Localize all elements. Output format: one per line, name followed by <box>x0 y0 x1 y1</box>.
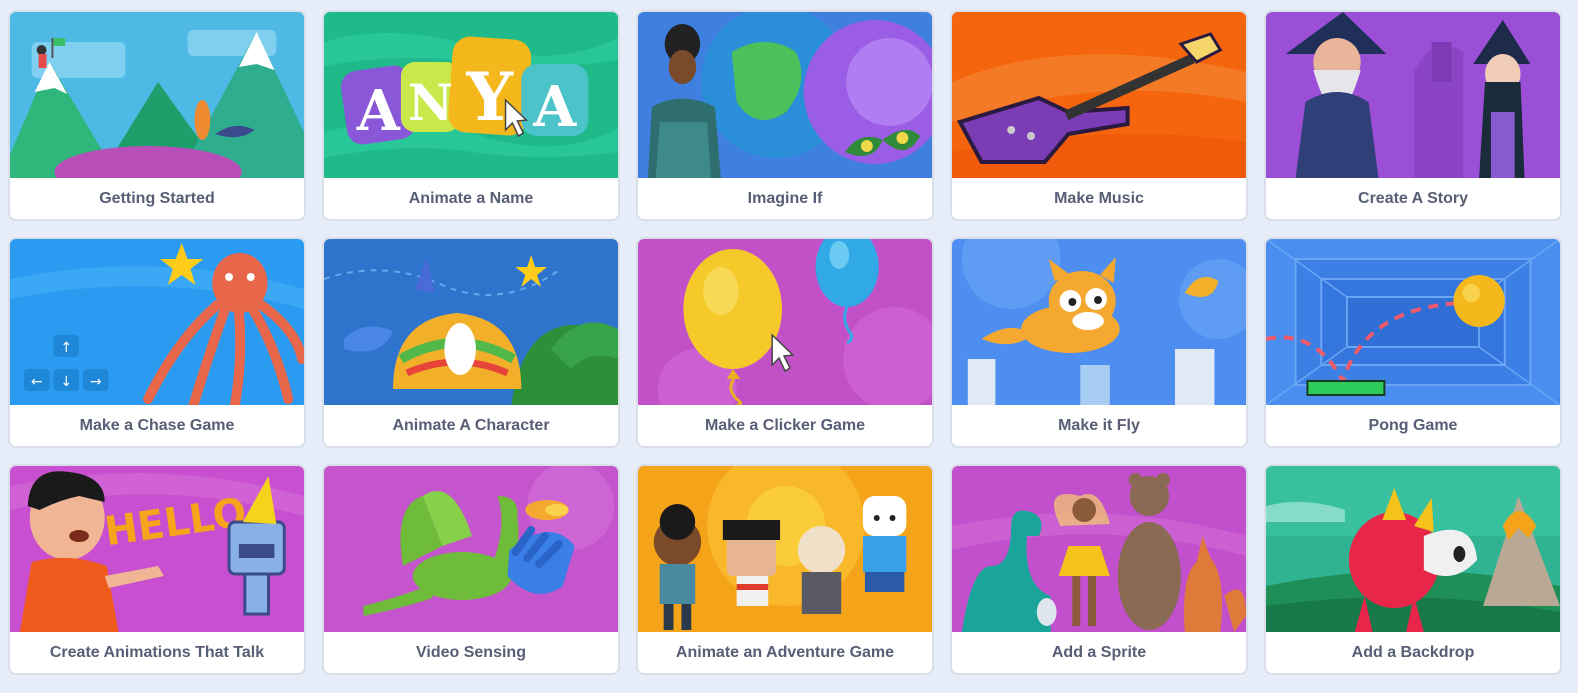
animate-character-thumbnail <box>324 239 618 405</box>
add-sprite-thumbnail <box>952 466 1246 632</box>
svg-text:→: → <box>90 374 102 390</box>
svg-text:A: A <box>532 75 577 140</box>
tutorial-title: Getting Started <box>99 189 215 207</box>
chase-game-thumbnail: ↑ ← ↓ → <box>10 239 304 405</box>
tutorial-title: Create Animations That Talk <box>49 643 265 661</box>
video-sensing-thumbnail <box>324 466 618 632</box>
tutorial-title: Make it Fly <box>1058 416 1140 434</box>
tutorial-title: Pong Game <box>1368 416 1458 434</box>
svg-text:N: N <box>408 73 453 132</box>
create-story-thumbnail <box>1266 12 1560 178</box>
tutorial-title: Animate an Adventure Game <box>675 643 895 661</box>
tutorial-title: Imagine If <box>747 189 823 207</box>
imagine-if-thumbnail <box>638 12 932 178</box>
make-it-fly-thumbnail <box>952 239 1246 405</box>
tutorial-title: Animate A Character <box>392 416 550 434</box>
tutorial-card-clicker-game[interactable]: Make a Clicker Game <box>636 237 934 448</box>
tutorial-card-add-sprite[interactable]: Add a Sprite <box>950 464 1248 675</box>
svg-text:↓: ↓ <box>60 374 72 390</box>
pong-game-thumbnail <box>1266 239 1560 405</box>
tutorial-title: Create A Story <box>1358 189 1468 207</box>
adventure-game-thumbnail <box>638 466 932 632</box>
tutorial-grid: Getting Started A N Y A Animate a Name I… <box>8 10 1562 675</box>
clicker-game-thumbnail <box>638 239 932 405</box>
tutorial-title: Add a Backdrop <box>1351 643 1475 661</box>
tutorial-title: Video Sensing <box>416 643 526 661</box>
tutorial-card-imagine-if[interactable]: Imagine If <box>636 10 934 221</box>
tutorial-card-animate-name[interactable]: A N Y A Animate a Name <box>322 10 620 221</box>
tutorial-card-add-backdrop[interactable]: Add a Backdrop <box>1264 464 1562 675</box>
tutorial-title: Add a Sprite <box>1051 643 1147 661</box>
add-backdrop-thumbnail <box>1266 466 1560 632</box>
tutorial-card-getting-started[interactable]: Getting Started <box>8 10 306 221</box>
animate-name-thumbnail: A N Y A <box>324 12 618 178</box>
getting-started-thumbnail <box>10 12 304 178</box>
tutorial-title: Animate a Name <box>408 189 534 207</box>
tutorial-card-video-sensing[interactable]: Video Sensing <box>322 464 620 675</box>
tutorial-card-animate-character[interactable]: Animate A Character <box>322 237 620 448</box>
tutorial-card-make-it-fly[interactable]: Make it Fly <box>950 237 1248 448</box>
tutorial-card-create-story[interactable]: Create A Story <box>1264 10 1562 221</box>
tutorial-title: Make a Clicker Game <box>704 416 866 434</box>
tutorial-card-chase-game[interactable]: ↑ ← ↓ → Make a Chase Game <box>8 237 306 448</box>
make-music-thumbnail <box>952 12 1246 178</box>
tutorial-title: Make Music <box>1054 189 1144 207</box>
svg-text:A: A <box>356 79 401 144</box>
svg-text:↑: ↑ <box>60 340 72 356</box>
tutorial-card-pong-game[interactable]: Pong Game <box>1264 237 1562 448</box>
animations-talk-thumbnail: HELLO <box>10 466 304 632</box>
svg-text:←: ← <box>31 374 43 390</box>
tutorial-card-make-music[interactable]: Make Music <box>950 10 1248 221</box>
tutorial-card-animations-talk[interactable]: HELLO Create Animations That Talk <box>8 464 306 675</box>
tutorial-title: Make a Chase Game <box>79 416 235 434</box>
tutorial-card-adventure-game[interactable]: Animate an Adventure Game <box>636 464 934 675</box>
